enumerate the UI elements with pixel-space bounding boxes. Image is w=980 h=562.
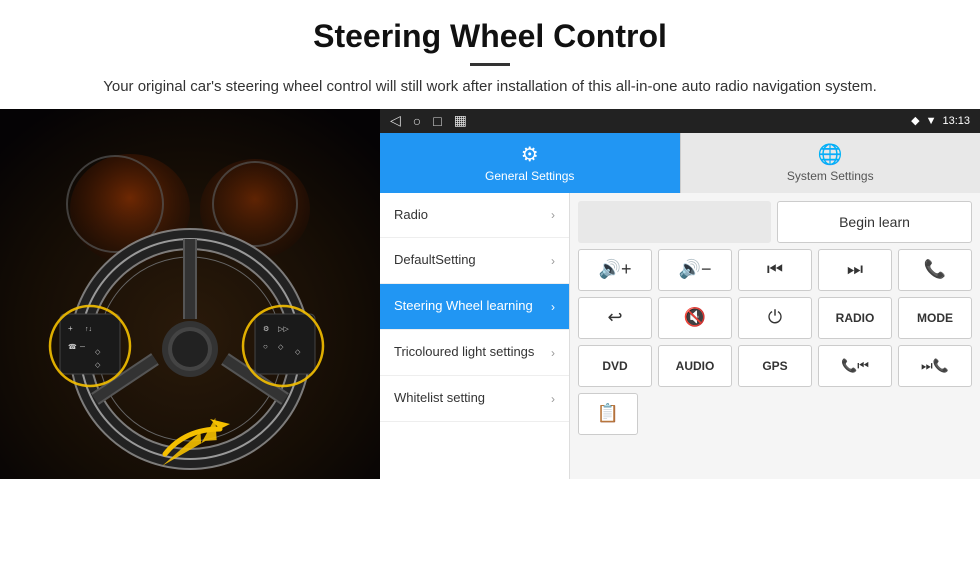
svg-text:─: ─ [79, 344, 85, 351]
vol-up-icon: 🔊+ [599, 259, 632, 280]
svg-text:⚙: ⚙ [263, 325, 269, 333]
menu-item-default-label: DefaultSetting [394, 252, 476, 269]
tab-system[interactable]: 🌐 System Settings [680, 133, 980, 193]
list-icon: 📋 [597, 403, 619, 424]
svg-text:↑↓: ↑↓ [85, 326, 92, 333]
mute-icon: 🔇 [684, 307, 706, 328]
recent-icon[interactable]: □ [433, 113, 441, 129]
audio-button[interactable]: AUDIO [658, 345, 732, 387]
call-end-button[interactable]: ↩ [578, 297, 652, 339]
chevron-icon: › [551, 208, 555, 222]
chevron-icon: › [551, 392, 555, 406]
vol-up-button[interactable]: 🔊+ [578, 249, 652, 291]
tab-general[interactable]: ⚙ General Settings [380, 133, 680, 193]
control-row-3: DVD AUDIO GPS 📞⏮ ⏭📞 [578, 345, 972, 387]
gps-button[interactable]: GPS [738, 345, 812, 387]
wifi-icon: ▼ [926, 115, 937, 127]
menu-item-tricoloured-label: Tricoloured light settings [394, 344, 534, 361]
control-row-4: 📋 [578, 393, 972, 435]
page-title: Steering Wheel Control [40, 18, 940, 55]
empty-placeholder [578, 201, 771, 243]
next-track-button[interactable]: ⏭ [818, 249, 892, 291]
menu-item-whitelist-label: Whitelist setting [394, 390, 485, 407]
main-panel: Radio › DefaultSetting › Steering Wheel … [380, 193, 980, 479]
time-display: 13:13 [942, 115, 970, 127]
radio-label: RADIO [836, 311, 875, 325]
chevron-icon: › [551, 346, 555, 360]
dvd-label: DVD [602, 359, 627, 373]
svg-text:○: ○ [263, 342, 268, 351]
page-subtitle: Your original car's steering wheel contr… [40, 76, 940, 99]
left-menu: Radio › DefaultSetting › Steering Wheel … [380, 193, 570, 479]
car-image-area: + ↑↓ ☎ ─ ◇ ◇ ⚙ ▷▷ ○ ◇ ◇ [0, 109, 380, 479]
media-list-button[interactable]: 📋 [578, 393, 638, 435]
phone-next-button[interactable]: ⏭📞 [898, 345, 972, 387]
menu-item-default[interactable]: DefaultSetting › [380, 238, 569, 284]
vol-down-button[interactable]: 🔊− [658, 249, 732, 291]
phone-next-icon: ⏭📞 [921, 358, 949, 374]
next-track-icon: ⏭ [847, 259, 863, 280]
audio-label: AUDIO [676, 359, 715, 373]
gps-label: GPS [762, 359, 787, 373]
phone-button[interactable]: 📞 [898, 249, 972, 291]
svg-text:▷▷: ▷▷ [278, 326, 289, 333]
gear-icon: ⚙ [521, 142, 539, 167]
svg-text:◇: ◇ [95, 349, 101, 356]
begin-learn-button[interactable]: Begin learn [777, 201, 972, 243]
prev-track-icon: ⏮ [767, 259, 783, 280]
menu-item-steering-label: Steering Wheel learning [394, 298, 533, 315]
status-bar: ◁ ○ □ ▦ ◆ ▼ 13:13 [380, 109, 980, 133]
chevron-icon: › [551, 254, 555, 268]
system-icon: 🌐 [818, 142, 843, 167]
control-row-1: 🔊+ 🔊− ⏮ ⏭ 📞 [578, 249, 972, 291]
mode-label: MODE [917, 311, 953, 325]
phone-icon: 📞 [924, 259, 946, 280]
menu-item-radio[interactable]: Radio › [380, 193, 569, 239]
prev-track-button[interactable]: ⏮ [738, 249, 812, 291]
svg-text:+: + [68, 324, 73, 333]
right-control-panel: Begin learn 🔊+ 🔊− ⏮ ⏭ [570, 193, 980, 479]
tab-system-label: System Settings [787, 169, 874, 183]
svg-text:☎: ☎ [68, 343, 77, 351]
tab-general-label: General Settings [485, 169, 574, 183]
location-icon: ◆ [911, 114, 919, 127]
begin-learn-row: Begin learn [578, 201, 972, 243]
back-icon[interactable]: ◁ [390, 112, 401, 129]
main-content: + ↑↓ ☎ ─ ◇ ◇ ⚙ ▷▷ ○ ◇ ◇ [0, 109, 980, 479]
mute-button[interactable]: 🔇 [658, 297, 732, 339]
apps-icon[interactable]: ▦ [454, 112, 467, 129]
menu-item-tricoloured[interactable]: Tricoloured light settings › [380, 330, 569, 376]
dvd-button[interactable]: DVD [578, 345, 652, 387]
nav-icons: ◁ ○ □ ▦ [390, 112, 467, 129]
menu-item-steering[interactable]: Steering Wheel learning › [380, 284, 569, 330]
svg-text:◇: ◇ [295, 349, 301, 356]
car-scene-svg: + ↑↓ ☎ ─ ◇ ◇ ⚙ ▷▷ ○ ◇ ◇ [0, 109, 380, 479]
device-ui: ◁ ○ □ ▦ ◆ ▼ 13:13 ⚙ General Settings 🌐 S… [380, 109, 980, 479]
mode-button[interactable]: MODE [898, 297, 972, 339]
status-icons: ◆ ▼ 13:13 [911, 114, 970, 127]
call-end-icon: ↩ [607, 307, 622, 328]
car-image-bg: + ↑↓ ☎ ─ ◇ ◇ ⚙ ▷▷ ○ ◇ ◇ [0, 109, 380, 479]
svg-text:◇: ◇ [278, 344, 284, 351]
settings-tabs: ⚙ General Settings 🌐 System Settings [380, 133, 980, 193]
vol-down-icon: 🔊− [679, 259, 712, 280]
chevron-icon: › [551, 300, 555, 314]
menu-item-radio-label: Radio [394, 207, 428, 224]
home-icon[interactable]: ○ [413, 113, 421, 129]
radio-button[interactable]: RADIO [818, 297, 892, 339]
title-divider [470, 63, 510, 66]
power-icon: ⏻ [768, 307, 782, 328]
page-header: Steering Wheel Control Your original car… [0, 0, 980, 109]
power-button[interactable]: ⏻ [738, 297, 812, 339]
svg-text:◇: ◇ [95, 362, 101, 369]
menu-item-whitelist[interactable]: Whitelist setting › [380, 376, 569, 422]
phone-prev-icon: 📞⏮ [841, 358, 869, 374]
control-row-2: ↩ 🔇 ⏻ RADIO MODE [578, 297, 972, 339]
phone-prev-button[interactable]: 📞⏮ [818, 345, 892, 387]
